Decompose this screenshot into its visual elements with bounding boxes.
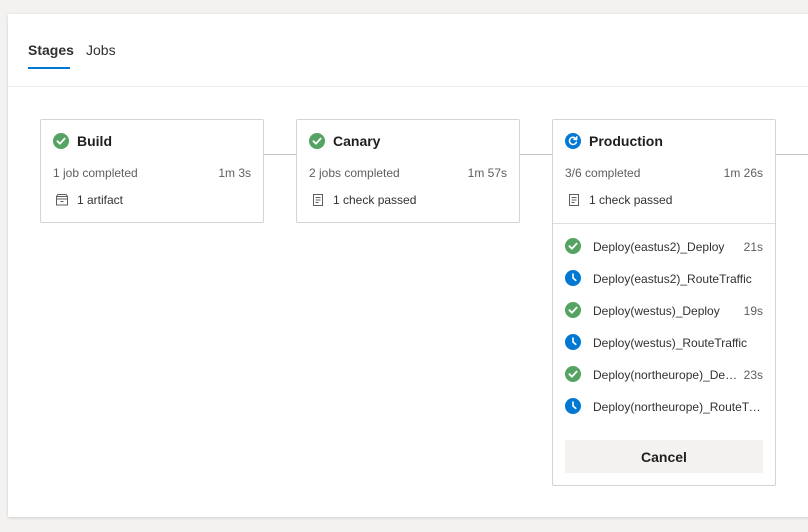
stage-job-count: 2 jobs completed xyxy=(309,166,400,180)
stage-duration: 1m 57s xyxy=(467,166,507,180)
tab-divider xyxy=(8,86,808,87)
job-name: Deploy(northeurope)_Deploy xyxy=(593,368,743,382)
clock-waiting-icon xyxy=(565,334,581,350)
checklist-icon xyxy=(569,194,579,206)
job-name: Deploy(westus)_RouteTraffic xyxy=(593,336,748,350)
stage-card-production[interactable]: Production 3/6 completed 1m 26s 1 check … xyxy=(552,119,776,486)
tab-jobs-label: Jobs xyxy=(86,42,116,58)
job-item[interactable]: Deploy(westus)_RouteTraffic xyxy=(565,334,763,352)
job-item[interactable]: Deploy(eastus2)_Deploy 21s xyxy=(565,238,763,256)
stage-connector xyxy=(520,154,552,155)
stage-title: Canary xyxy=(333,133,381,149)
job-name: Deploy(eastus2)_Deploy xyxy=(593,240,725,254)
tab-stages[interactable]: Stages xyxy=(28,42,74,69)
success-check-icon xyxy=(565,366,581,382)
clock-waiting-icon xyxy=(565,398,581,414)
job-duration: 19s xyxy=(743,304,763,318)
job-item[interactable]: Deploy(northeurope)_RouteTraffic xyxy=(565,398,763,416)
tab-jobs[interactable]: Jobs xyxy=(86,42,116,58)
stage-duration: 1m 26s xyxy=(723,166,763,180)
active-tab-indicator xyxy=(28,67,70,69)
job-item[interactable]: Deploy(eastus2)_RouteTraffic xyxy=(565,270,763,288)
stage-job-count: 1 job completed xyxy=(53,166,138,180)
success-check-icon xyxy=(565,238,581,254)
tab-stages-label: Stages xyxy=(28,42,74,58)
job-name: Deploy(westus)_Deploy xyxy=(593,304,720,318)
stage-artifacts-text: 1 artifact xyxy=(77,193,124,207)
success-check-icon xyxy=(53,133,69,149)
clock-waiting-icon xyxy=(565,270,581,286)
job-name: Deploy(eastus2)_RouteTraffic xyxy=(593,272,752,286)
stage-checks-text: 1 check passed xyxy=(333,193,417,207)
stage-title: Production xyxy=(589,133,663,149)
job-item[interactable]: Deploy(westus)_Deploy 19s xyxy=(565,302,763,320)
job-name: Deploy(northeurope)_RouteTraffic xyxy=(593,400,761,414)
stage-card-build[interactable]: Build 1 job completed 1m 3s 1 artifact xyxy=(40,119,264,223)
stage-title: Build xyxy=(77,133,112,149)
in-progress-icon xyxy=(565,133,581,149)
artifact-icon xyxy=(56,194,68,206)
success-check-icon xyxy=(309,133,325,149)
job-duration: 23s xyxy=(743,368,763,382)
job-duration: 21s xyxy=(743,240,763,254)
stage-card-canary[interactable]: Canary 2 jobs completed 1m 57s 1 check p… xyxy=(296,119,520,223)
stage-connector xyxy=(776,154,808,155)
stage-duration: 1m 3s xyxy=(218,166,251,180)
checklist-icon xyxy=(313,194,323,206)
job-item[interactable]: Deploy(northeurope)_Deploy 23s xyxy=(565,366,763,384)
stage-checks-text: 1 check passed xyxy=(589,193,673,207)
stage-connector xyxy=(264,154,296,155)
stage-job-count: 3/6 completed xyxy=(565,166,641,180)
jobs-divider xyxy=(553,223,775,224)
pipeline-run-panel: Stages Jobs Build 1 job completed 1m 3s … xyxy=(8,14,808,517)
success-check-icon xyxy=(565,302,581,318)
cancel-button[interactable]: Cancel xyxy=(565,440,763,473)
